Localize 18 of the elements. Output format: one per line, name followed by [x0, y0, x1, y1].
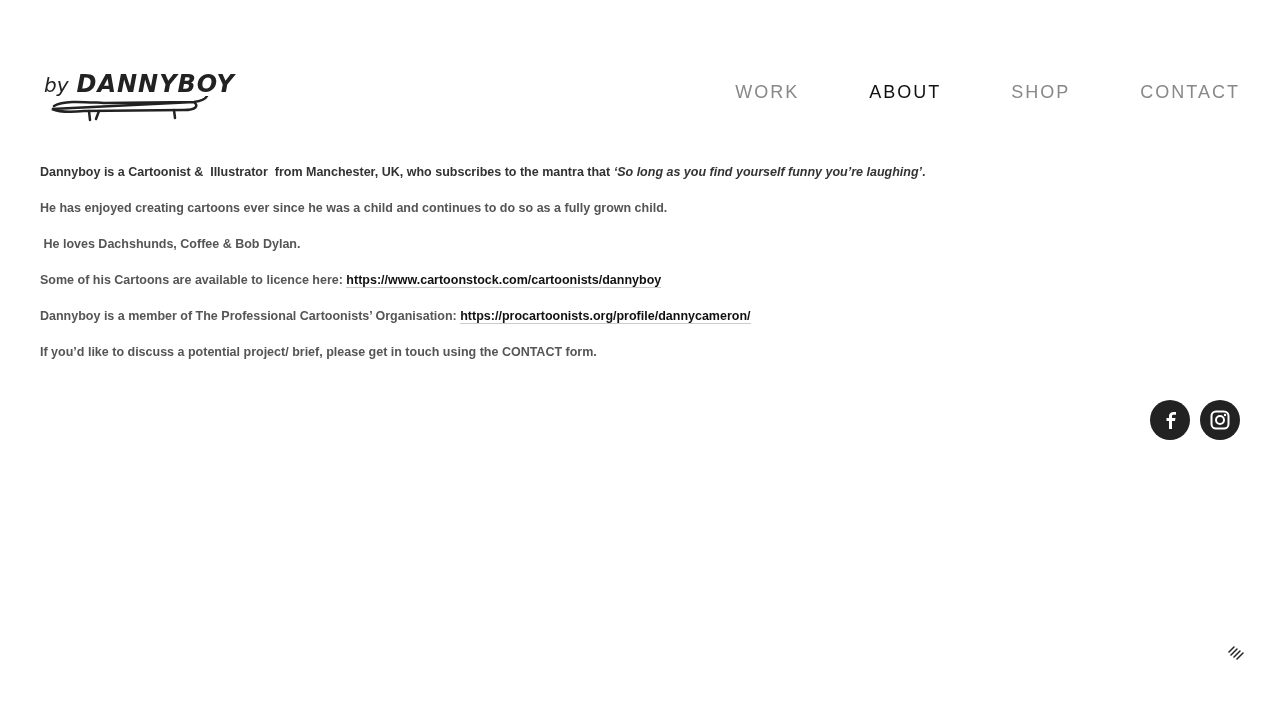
logo-text[interactable]: DANNYBOY	[76, 72, 235, 96]
nav-link[interactable]: ABOUT	[869, 81, 942, 103]
instagram-icon	[1210, 410, 1230, 430]
paragraph: Dannyboy is a member of The Professional Cartoonists’ Organisation: https://procartoonists.org/profile/dannycameron/	[40, 308, 752, 325]
facebook-icon	[1164, 411, 1176, 429]
nav-link[interactable]: CONTACT	[1140, 81, 1240, 103]
link[interactable]: https://procartoonists.org/profile/dannycameron/	[460, 309, 751, 324]
logo-text[interactable]: by	[44, 75, 69, 95]
paragraph: If you’d like to discuss a potential project/ brief, please get in touch using the CONTACT form.	[40, 344, 598, 361]
instagram-button[interactable]	[1200, 400, 1240, 440]
nav-link[interactable]: SHOP	[1011, 81, 1071, 103]
link[interactable]: https://www.cartoonstock.com/cartoonists/dannyboy	[346, 273, 662, 288]
facebook-button[interactable]	[1150, 400, 1190, 440]
paragraph: He loves Dachshunds, Coffee & Bob Dylan.	[42, 236, 302, 253]
nav-link[interactable]: WORK	[735, 81, 800, 103]
paragraph: Some of his Cartoons are available to licence here: https://www.cartoonstock.com/cartoonists/dannyboy	[40, 272, 663, 289]
paragraph: He has enjoyed creating cartoons ever since he was a child and continues to do so as a fully grown child.	[40, 200, 669, 217]
paragraph: Dannyboy is a Cartoonist & Illustrator from Manchester, UK, who subscribes to the mantra that ‘So long as you find yourself funny you’re laughing’.	[40, 164, 927, 181]
